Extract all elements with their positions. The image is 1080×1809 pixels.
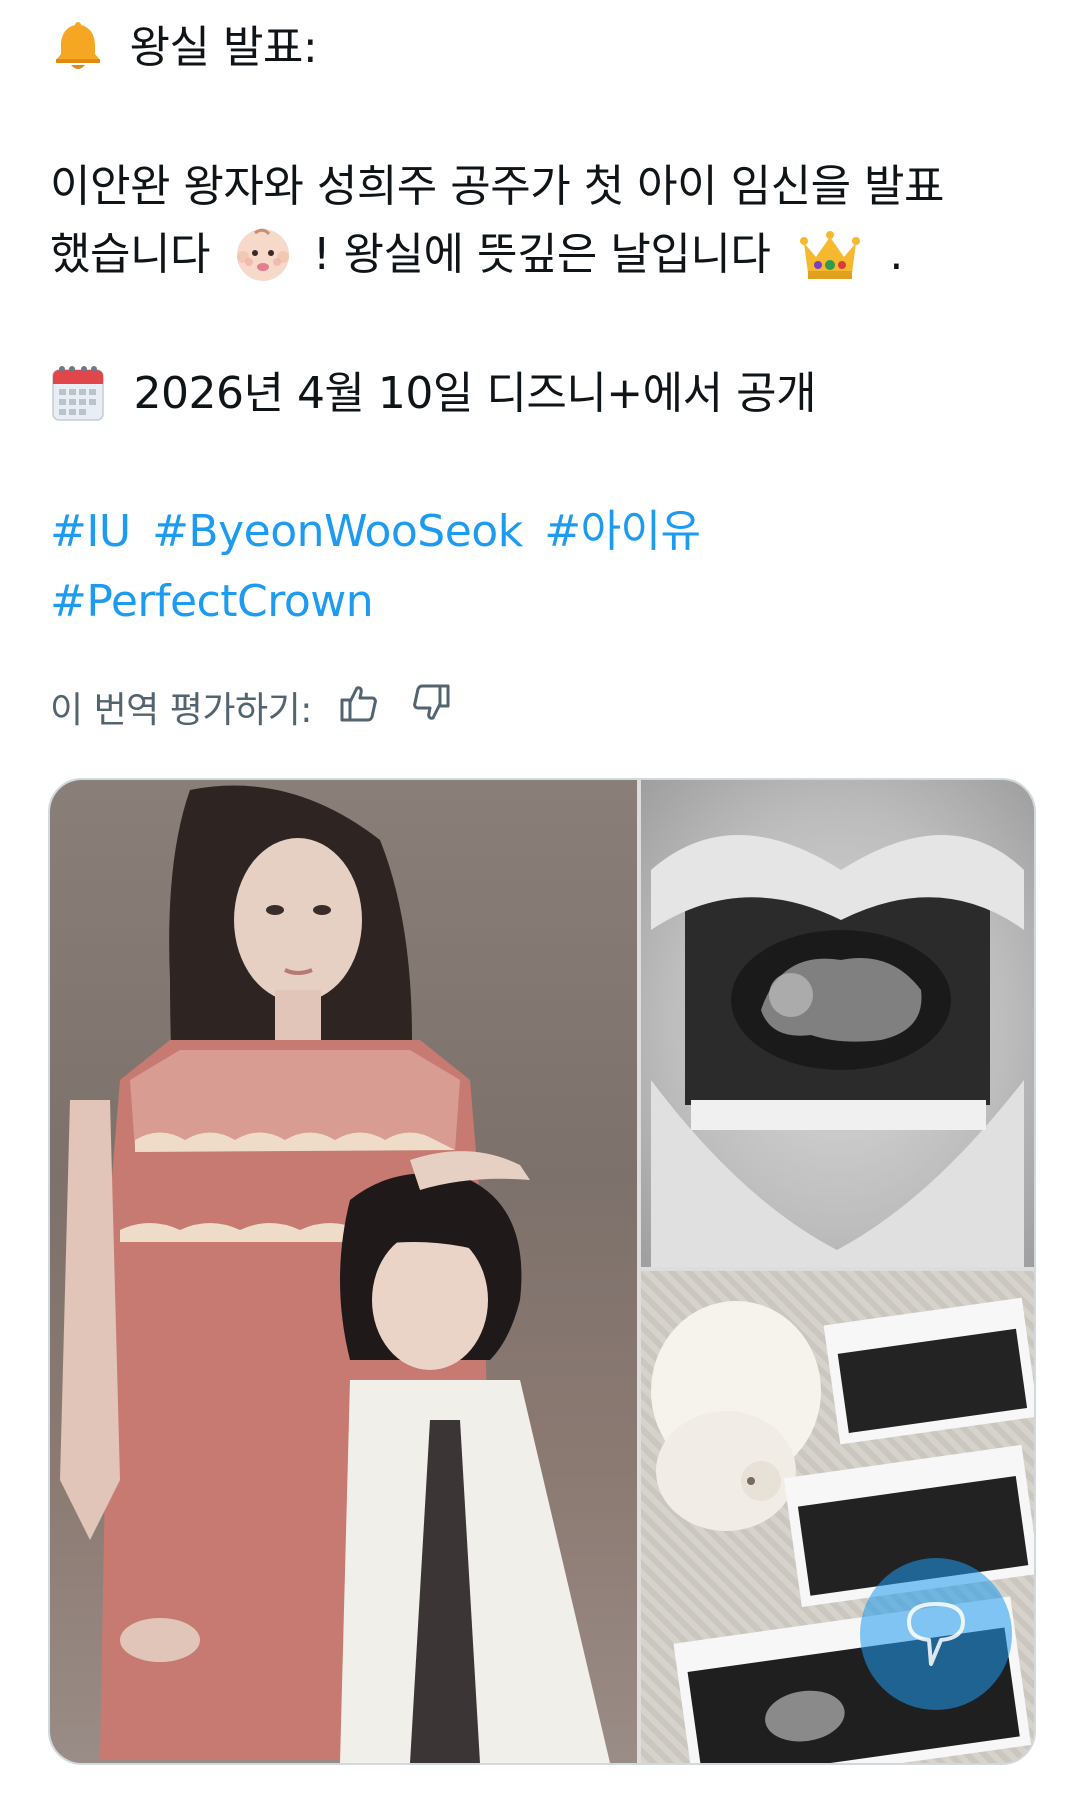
crown-icon: [798, 225, 862, 285]
hashtag-line: #IU #ByeonWooSeok #아이유: [50, 502, 701, 562]
bell-icon: [50, 18, 106, 74]
couple-photo[interactable]: [50, 780, 637, 1763]
announcement-header: 왕실 발표:: [50, 18, 318, 78]
announcement-line: 했습니다 ! 왕실에 뜻깊은 날입니다 .: [50, 225, 903, 287]
announcement-title: 왕실 발표:: [129, 22, 318, 73]
thumbs-up-icon: [338, 682, 380, 733]
thumbs-down-icon: [410, 682, 452, 733]
release-date-line: 2026년 4월 10일 디즈니+에서 공개: [50, 364, 817, 425]
calendar-icon: [50, 364, 106, 422]
translation-rating-label: 이 번역 평가하기:: [50, 690, 312, 731]
announcement-period: .: [889, 229, 903, 280]
baby-icon: [233, 225, 293, 285]
release-date-text: 2026년 4월 10일 디즈니+에서 공개: [133, 368, 817, 419]
announcement-text-2: 했습니다: [50, 229, 210, 280]
hashtag-link[interactable]: #아이유: [544, 506, 701, 557]
announcement-text-3: ! 왕실에 뜻깊은 날입니다: [312, 229, 771, 280]
hashtag-line: #PerfectCrown: [50, 572, 374, 632]
announcement-line: 이안완 왕자와 성희주 공주가 첫 아이 임신을 발표: [50, 157, 945, 217]
floating-chat-button[interactable]: [860, 1558, 1012, 1710]
announcement-text-1: 이안완 왕자와 성희주 공주가 첫 아이 임신을 발표: [50, 161, 945, 212]
thumbs-up-button[interactable]: [334, 682, 384, 732]
hashtag-link[interactable]: #ByeonWooSeok: [152, 506, 523, 557]
hashtag-link[interactable]: #PerfectCrown: [50, 576, 374, 627]
chat-bubble-icon: [901, 1592, 971, 1676]
thumbs-down-button[interactable]: [406, 682, 456, 732]
hashtag-link[interactable]: #IU: [50, 506, 131, 557]
translation-rating: 이 번역 평가하기:: [50, 682, 456, 732]
ultrasound-heart-photo[interactable]: [641, 780, 1034, 1267]
